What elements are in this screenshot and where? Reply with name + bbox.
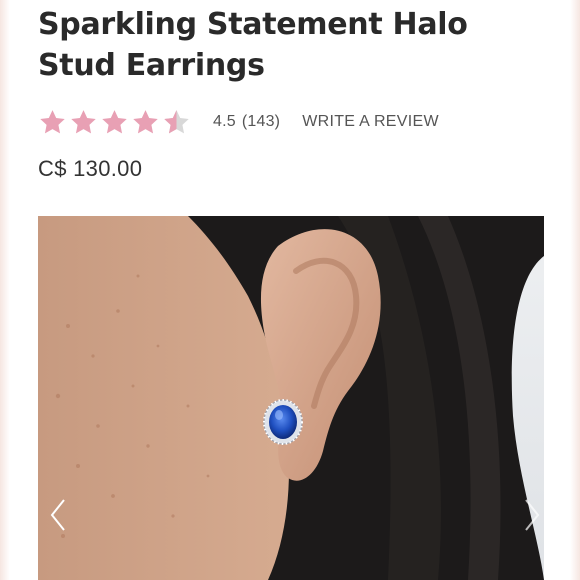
product-price: C$ 130.00 [38, 156, 143, 181]
rating-value: 4.5 [213, 113, 236, 130]
star-icon [133, 109, 158, 133]
product-image[interactable] [38, 216, 544, 580]
review-count[interactable]: (143) [242, 113, 280, 131]
half-star-icon [164, 109, 189, 133]
star-icon [71, 109, 96, 133]
write-review-link[interactable]: WRITE A REVIEW [302, 113, 439, 131]
product-title: Sparkling Statement Halo Stud Earrings [38, 7, 468, 83]
chevron-right-icon[interactable] [516, 495, 546, 535]
earring [263, 399, 303, 445]
star-icon [40, 109, 65, 133]
chevron-left-icon[interactable] [44, 495, 74, 535]
model-ear-photo [38, 216, 544, 580]
star-icon [102, 109, 127, 133]
rating-row: 4.5 (143) WRITE A REVIEW [38, 105, 439, 139]
star-rating[interactable] [38, 108, 191, 137]
rating-summary: 4.5 (143) [213, 113, 280, 131]
